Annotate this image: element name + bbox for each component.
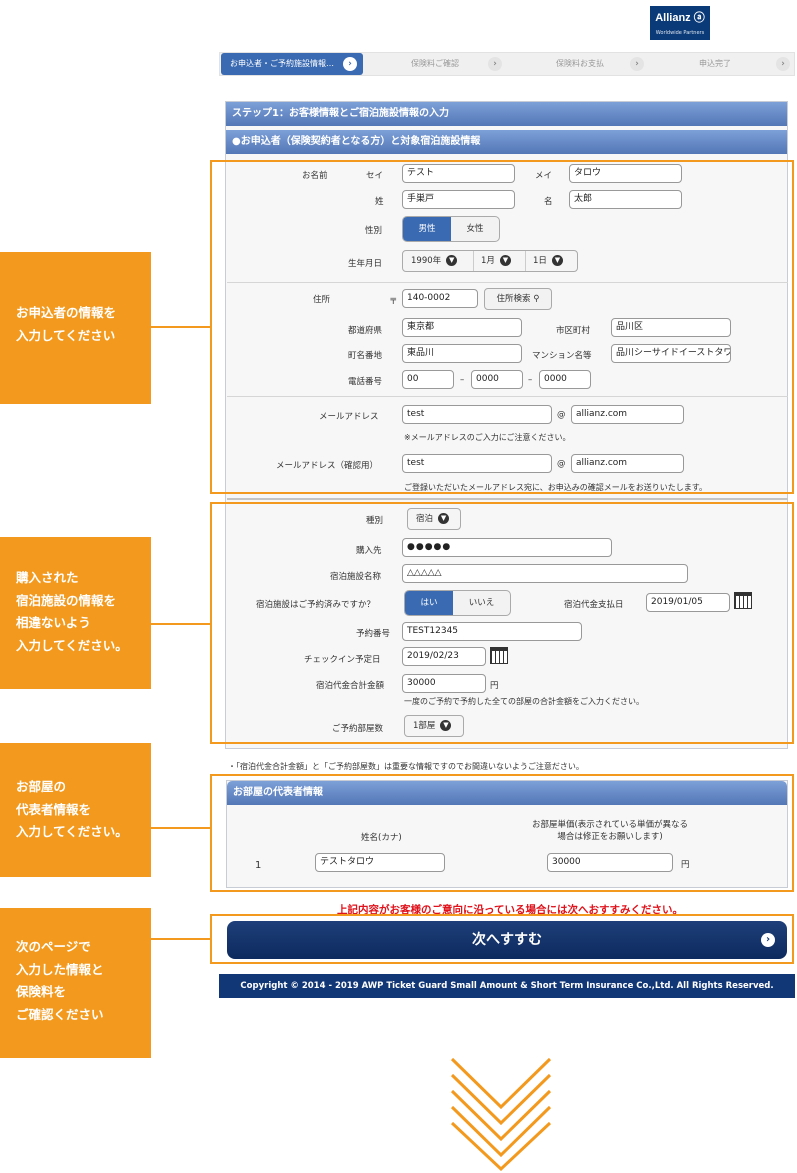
- logo-name: Allianz ⓐ: [655, 12, 705, 24]
- chevron-right-icon: ›: [343, 57, 357, 71]
- section-title: ステップ1：お客様情報とご宿泊施設情報の入力: [226, 102, 787, 126]
- chevron-right-icon: ›: [488, 57, 502, 71]
- callout-line: [151, 827, 210, 829]
- step-3: 保険料お支払: [556, 59, 604, 68]
- callout-line: [151, 623, 210, 625]
- step-progress: お申込者・ご予約施設情報… › 保険料ご確認 › 保険料お支払 › 申込完了 ›: [219, 52, 795, 76]
- callout-representative: お部屋の 代表者情報を 入力してください。: [0, 743, 151, 877]
- highlight-next: [210, 914, 794, 964]
- step-2: 保険料ご確認: [411, 59, 459, 68]
- callout-line: [151, 938, 210, 940]
- callout-next: 次のページで 入力した情報と 保険料を ご確認ください: [0, 908, 151, 1058]
- callout-line: [151, 326, 210, 328]
- highlight-representative: [210, 774, 794, 892]
- highlight-facility: [210, 502, 794, 744]
- chevron-right-icon: ›: [776, 57, 790, 71]
- divider: [227, 498, 788, 500]
- chevron-right-icon: ›: [630, 57, 644, 71]
- callout-facility: 購入された 宿泊施設の情報を 相違ないよう 入力してください。: [0, 537, 151, 689]
- logo-sub: Worldwide Partners: [655, 30, 705, 36]
- warning-note: ・「宿泊代金合計金額」と「ご予約部屋数」は重要な情報ですのでお間違いないようご注…: [228, 762, 584, 771]
- highlight-applicant: [210, 160, 794, 494]
- footer: Copyright © 2014 - 2019 AWP Ticket Guard…: [219, 974, 795, 998]
- subsection-title: ●お申込者（保険契約者となる方）と対象宿泊施設情報: [226, 130, 787, 154]
- step-1: お申込者・ご予約施設情報… ›: [221, 53, 363, 75]
- callout-applicant: お申込者の情報を 入力してください: [0, 252, 151, 404]
- allianz-logo: Allianz ⓐ Worldwide Partners: [650, 6, 710, 40]
- step-4: 申込完了: [699, 59, 731, 68]
- chevron-down-icon: [450, 1057, 552, 1171]
